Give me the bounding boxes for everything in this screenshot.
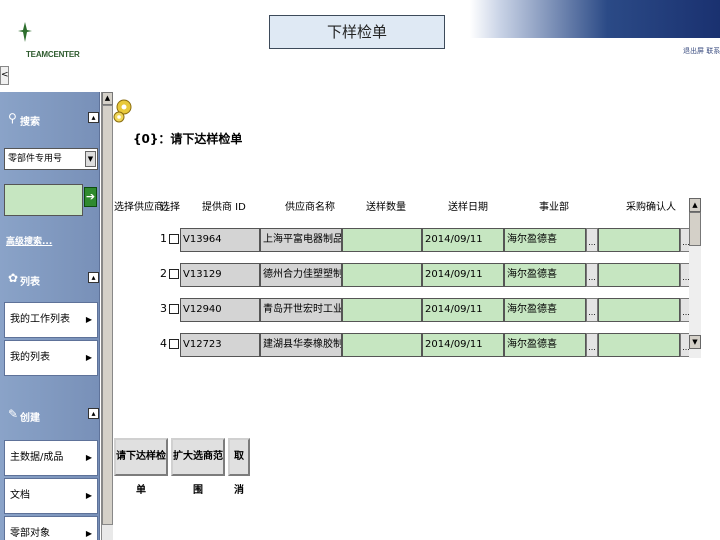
- search-go-button[interactable]: ➔: [84, 187, 97, 207]
- row-number: 2: [160, 267, 167, 280]
- sample-date-input[interactable]: 2014/09/11: [422, 228, 504, 252]
- sample-date-input[interactable]: 2014/09/11: [422, 263, 504, 287]
- page: TEAMCENTER 下样检单 退出屏 联系我 < ⚲ 搜索 ▴ 零部件专用号 …: [0, 0, 720, 540]
- page-title: 下样检单: [269, 15, 445, 49]
- supplier-id-field: V13964: [180, 228, 260, 252]
- sidebar-section-search[interactable]: ⚲ 搜索 ▴: [4, 110, 99, 130]
- sample-date-input[interactable]: 2014/09/11: [422, 298, 504, 322]
- sample-qty-input[interactable]: [342, 333, 422, 357]
- business-unit-input[interactable]: 海尔盈德喜: [504, 228, 586, 252]
- header-banner: [470, 0, 720, 38]
- gears-icon: [113, 99, 132, 123]
- column-header-supplier-name: 供应商名称: [285, 202, 335, 213]
- sample-date-input[interactable]: 2014/09/11: [422, 333, 504, 357]
- supplier-id-field: V12940: [180, 298, 260, 322]
- table-row: 3 V12940 青岛开世宏时工业有限公司 2014/09/11 海尔盈德喜 .…: [114, 295, 704, 327]
- search-input[interactable]: [4, 184, 83, 216]
- purchase-confirm-input[interactable]: [598, 333, 680, 357]
- supplier-name-field: 上海平富电器制品有限公司: [260, 228, 342, 252]
- business-unit-input[interactable]: 海尔盈德喜: [504, 298, 586, 322]
- row-number: 4: [160, 337, 167, 350]
- purchase-confirm-input[interactable]: [598, 263, 680, 287]
- chevron-right-icon: ▶: [85, 453, 92, 462]
- chevron-right-icon: ▶: [85, 491, 92, 500]
- section-label: 搜索: [20, 117, 40, 128]
- supplier-id-field: V13129: [180, 263, 260, 287]
- business-unit-input[interactable]: 海尔盈德喜: [504, 263, 586, 287]
- cancel-button[interactable]: 取消: [228, 438, 250, 496]
- table-row: 1 V13964 上海平富电器制品有限公司 2014/09/11 海尔盈德喜 .…: [114, 225, 704, 257]
- table-row: 4 V12723 建湖县华泰橡胶制品有限公司 2014/09/11 海尔盈德喜 …: [114, 330, 704, 362]
- sample-qty-input[interactable]: [342, 298, 422, 322]
- search-icon: ⚲: [8, 111, 17, 125]
- table-scrollbar[interactable]: ▲ ▼: [689, 198, 701, 358]
- section-label: 创建: [20, 413, 40, 424]
- scroll-up-icon[interactable]: ▲: [689, 198, 701, 212]
- business-unit-lookup-button[interactable]: ...: [586, 333, 598, 357]
- teamcenter-logo: TEAMCENTER: [16, 22, 96, 66]
- row-checkbox[interactable]: [169, 304, 179, 314]
- column-header-sample-date: 送样日期: [448, 202, 488, 213]
- table-row: 2 V13129 德州合力佳塑塑制品有限公司 2014/09/11 海尔盈德喜 …: [114, 260, 704, 292]
- sidebar-item-label: 我的列表: [10, 352, 50, 363]
- search-type-select[interactable]: 零部件专用号 ▼: [4, 148, 98, 170]
- content-heading: {0}：请下达样检单: [133, 132, 243, 146]
- business-unit-input[interactable]: 海尔盈德喜: [504, 333, 586, 357]
- sample-qty-input[interactable]: [342, 263, 422, 287]
- supplier-name-field: 青岛开世宏时工业有限公司: [260, 298, 342, 322]
- sample-qty-input[interactable]: [342, 228, 422, 252]
- sidebar-item-my-worklist[interactable]: 我的工作列表 ▶: [4, 302, 98, 338]
- column-header-sample-qty: 送样数量: [366, 202, 406, 213]
- section-label: 列表: [20, 277, 40, 288]
- row-number: 1: [160, 232, 167, 245]
- business-unit-lookup-button[interactable]: ...: [586, 298, 598, 322]
- list-icon: ✿: [8, 271, 19, 285]
- scrollbar-thumb[interactable]: [689, 212, 701, 246]
- row-checkbox[interactable]: [169, 339, 179, 349]
- sidebar-item-label: 文档: [10, 490, 30, 501]
- teamcenter-logo-icon: [18, 22, 32, 42]
- chevron-right-icon: ▶: [85, 529, 92, 538]
- sidebar-item-part-object[interactable]: 零部对象 ▶: [4, 516, 98, 540]
- supplier-name-field: 德州合力佳塑塑制品有限公司: [260, 263, 342, 287]
- row-checkbox[interactable]: [169, 269, 179, 279]
- main-scrollbar[interactable]: ▲: [101, 92, 113, 540]
- sidebar-item-my-list[interactable]: 我的列表 ▶: [4, 340, 98, 376]
- sidebar-section-list[interactable]: ✿ 列表 ▴: [4, 270, 99, 290]
- purchase-confirm-input[interactable]: [598, 298, 680, 322]
- chevron-right-icon: ▶: [85, 315, 92, 324]
- business-unit-lookup-button[interactable]: ...: [586, 263, 598, 287]
- supplier-id-field: V12723: [180, 333, 260, 357]
- column-header-purchase-confirm: 采购确认人: [626, 202, 676, 213]
- scroll-down-icon[interactable]: ▼: [689, 335, 701, 349]
- sidebar-item-document[interactable]: 文档 ▶: [4, 478, 98, 514]
- advanced-search-link[interactable]: 高级搜索...: [6, 234, 52, 247]
- sidebar-item-label: 我的工作列表: [10, 314, 70, 325]
- issue-sample-order-button[interactable]: 请下达样检单: [114, 438, 168, 496]
- row-number: 3: [160, 302, 167, 315]
- business-unit-lookup-button[interactable]: ...: [586, 228, 598, 252]
- sidebar-item-master-data[interactable]: 主数据/成品 ▶: [4, 440, 98, 476]
- pencil-icon: ✎: [8, 407, 19, 421]
- scrollbar-thumb[interactable]: [102, 105, 113, 525]
- chevron-down-icon[interactable]: ▼: [85, 151, 96, 167]
- sidebar-item-label: 零部对象: [10, 528, 50, 539]
- collapse-toggle-icon[interactable]: ▴: [88, 112, 99, 123]
- column-header-business-unit: 事业部: [539, 202, 569, 213]
- search-type-value: 零部件专用号: [8, 154, 63, 164]
- row-checkbox[interactable]: [169, 234, 179, 244]
- column-header-select: 选择: [160, 202, 180, 213]
- expand-supplier-range-button[interactable]: 扩大选商范围: [171, 438, 225, 496]
- collapse-arrow-button[interactable]: <: [0, 66, 9, 85]
- collapse-toggle-icon[interactable]: ▴: [88, 408, 99, 419]
- chevron-right-icon: ▶: [85, 353, 92, 362]
- sidebar-section-create[interactable]: ✎ 创建 ▴: [4, 406, 99, 426]
- logo-text: TEAMCENTER: [26, 50, 80, 59]
- collapse-toggle-icon[interactable]: ▴: [88, 272, 99, 283]
- sidebar-item-label: 主数据/成品: [10, 452, 64, 463]
- supplier-name-field: 建湖县华泰橡胶制品有限公司: [260, 333, 342, 357]
- user-links[interactable]: 退出屏 联系我: [683, 46, 720, 56]
- column-header-supplier-id: 提供商 ID: [202, 202, 246, 213]
- purchase-confirm-input[interactable]: [598, 228, 680, 252]
